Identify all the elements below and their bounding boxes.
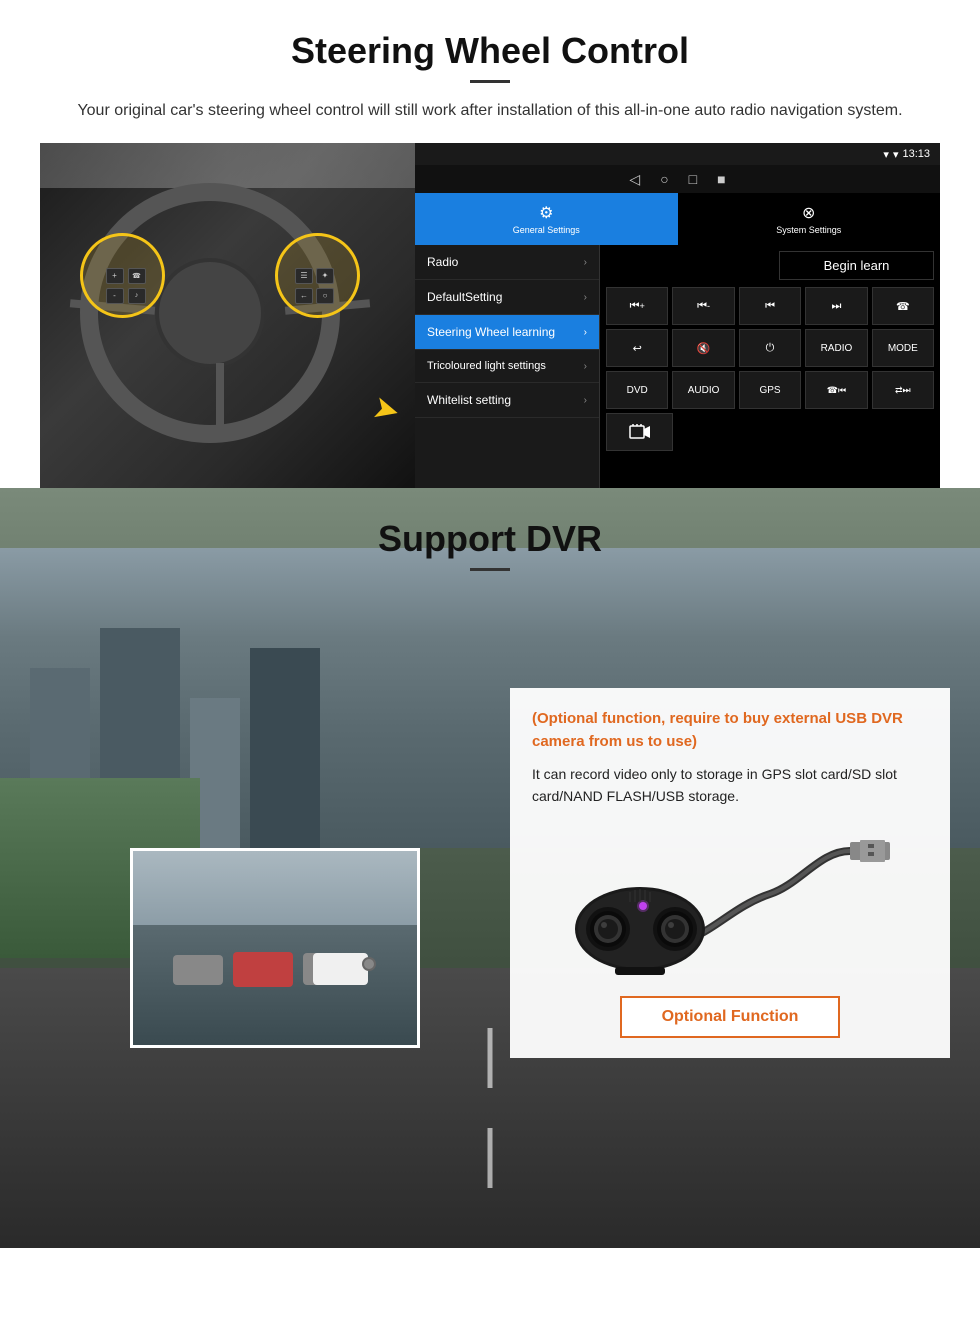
- btn-ok: ○: [316, 288, 334, 304]
- dvr-title: Support DVR: [40, 518, 940, 560]
- ctrl-mode[interactable]: MODE: [872, 329, 934, 367]
- ctrl-mute[interactable]: 🔇: [672, 329, 734, 367]
- btn-plus: +: [106, 268, 124, 284]
- btn-minus: -: [106, 288, 124, 304]
- home-nav-icon[interactable]: ○: [660, 171, 668, 187]
- menu-panel: Radio › DefaultSetting › Steering Wheel …: [415, 245, 600, 488]
- right-btn-row2: ← ○: [295, 288, 334, 304]
- left-buttons: + ☎ - ♪: [88, 248, 163, 323]
- status-bar: ▾ ▾ 13:13: [415, 143, 940, 165]
- steering-wheel: + ☎ - ♪ ☰ ✦ ← ○: [70, 173, 370, 453]
- chevron-icon: ›: [584, 257, 587, 268]
- record-icon: [629, 423, 651, 441]
- menu-item-radio[interactable]: Radio ›: [415, 245, 599, 280]
- control-row-3: DVD AUDIO GPS ☎⏮ ⇄⏭: [606, 371, 934, 409]
- status-icons: ▾ ▾ 13:13: [883, 148, 930, 161]
- road-line-2: [488, 1128, 493, 1188]
- menu-item-light[interactable]: Tricoloured light settings ›: [415, 350, 599, 383]
- ctrl-phone[interactable]: ☎: [872, 287, 934, 325]
- dvr-card-title: (Optional function, require to buy exter…: [532, 708, 928, 753]
- tab-bar: ⚙ General Settings ⊗ System Settings: [415, 193, 940, 245]
- menu-item-whitelist[interactable]: Whitelist setting ›: [415, 383, 599, 418]
- inset-road-photo: [130, 848, 420, 1048]
- ctrl-gps[interactable]: GPS: [739, 371, 801, 409]
- begin-learn-button[interactable]: Begin learn: [779, 251, 934, 280]
- ctrl-vol-up[interactable]: ⏮+: [606, 287, 668, 325]
- time-display: 13:13: [902, 148, 930, 160]
- gear-icon: ⚙: [539, 203, 553, 223]
- section-subtitle: Your original car's steering wheel contr…: [60, 99, 920, 123]
- optional-function-button[interactable]: Optional Function: [620, 996, 840, 1038]
- ctrl-shuffle[interactable]: ⇄⏭: [872, 371, 934, 409]
- right-buttons: ☰ ✦ ← ○: [277, 248, 352, 323]
- menu-nav-icon[interactable]: ■: [717, 171, 725, 187]
- control-grid: ⏮+ ⏮- ⏮ ⏭ ☎ ↩ 🔇 ⏻ RADIO MODE: [606, 287, 934, 451]
- dvr-section: Support DVR (Optional function, require …: [0, 488, 980, 1248]
- control-row-1: ⏮+ ⏮- ⏮ ⏭ ☎: [606, 287, 934, 325]
- control-row-4: [606, 413, 934, 451]
- control-row-2: ↩ 🔇 ⏻ RADIO MODE: [606, 329, 934, 367]
- title-divider: [470, 80, 510, 83]
- ctrl-record[interactable]: [606, 413, 673, 451]
- btn-phone: ☎: [128, 268, 146, 284]
- tab-system-settings[interactable]: ⊗ System Settings: [678, 193, 941, 245]
- recents-nav-icon[interactable]: □: [689, 171, 697, 187]
- car-2: [233, 952, 293, 987]
- sky-bg: [133, 851, 417, 931]
- dvr-camera-illustration: [532, 822, 928, 982]
- suv: [313, 953, 368, 985]
- chevron-icon: ›: [584, 395, 587, 406]
- signal-icon: ▾: [883, 148, 889, 161]
- left-btn-row2: - ♪: [106, 288, 146, 304]
- ctrl-audio[interactable]: AUDIO: [672, 371, 734, 409]
- nav-bar: ◁ ○ □ ■: [415, 165, 940, 193]
- tab-general-settings[interactable]: ⚙ General Settings: [415, 193, 678, 245]
- arrow-icon: ➤: [369, 387, 405, 431]
- car-1: [173, 955, 223, 985]
- ctrl-radio[interactable]: RADIO: [805, 329, 867, 367]
- steering-photo: + ☎ - ♪ ☰ ✦ ← ○: [40, 143, 415, 488]
- ctrl-power[interactable]: ⏻: [739, 329, 801, 367]
- btn-music: ♪: [128, 288, 146, 304]
- wheel-hub: [155, 258, 265, 368]
- menu-item-steering[interactable]: Steering Wheel learning ›: [415, 315, 599, 350]
- ctrl-dvd[interactable]: DVD: [606, 371, 668, 409]
- right-panel: Begin learn ⏮+ ⏮- ⏮ ⏭ ☎ ↩: [600, 245, 940, 488]
- begin-learn-row: Begin learn: [606, 251, 934, 280]
- ctrl-call-prev[interactable]: ☎⏮: [805, 371, 867, 409]
- btn-wheel: ✦: [316, 268, 334, 284]
- road-line-1: [488, 1028, 493, 1088]
- chevron-icon: ›: [584, 361, 587, 372]
- right-btn-row1: ☰ ✦: [295, 268, 334, 284]
- menu-item-default[interactable]: DefaultSetting ›: [415, 280, 599, 315]
- content-area: Radio › DefaultSetting › Steering Wheel …: [415, 245, 940, 488]
- btn-menu: ☰: [295, 268, 313, 284]
- left-btn-row1: + ☎: [106, 268, 146, 284]
- system-icon: ⊗: [802, 203, 815, 223]
- ctrl-vol-down[interactable]: ⏮-: [672, 287, 734, 325]
- android-ui: ▾ ▾ 13:13 ◁ ○ □ ■ ⚙ General Settings ⊗: [415, 143, 940, 488]
- chevron-icon: ›: [584, 292, 587, 303]
- ctrl-hangup[interactable]: ↩: [606, 329, 668, 367]
- dvr-info-card: (Optional function, require to buy exter…: [510, 688, 950, 1058]
- ctrl-next[interactable]: ⏭: [805, 287, 867, 325]
- dvr-card-text: It can record video only to storage in G…: [532, 763, 928, 808]
- spare-tire: [362, 957, 376, 971]
- dvr-header: Support DVR: [0, 488, 980, 581]
- ctrl-prev[interactable]: ⏮: [739, 287, 801, 325]
- android-screen: + ☎ - ♪ ☰ ✦ ← ○: [40, 143, 940, 488]
- dvr-title-divider: [470, 568, 510, 571]
- chevron-icon: ›: [584, 327, 587, 338]
- back-nav-icon[interactable]: ◁: [629, 171, 640, 188]
- page-title: Steering Wheel Control: [40, 30, 940, 72]
- btn-back: ←: [295, 288, 313, 304]
- wifi-icon: ▾: [893, 148, 899, 161]
- camera-svg: [560, 824, 900, 979]
- steering-wheel-section: Steering Wheel Control Your original car…: [0, 0, 980, 488]
- spoke-bottom: [216, 363, 224, 433]
